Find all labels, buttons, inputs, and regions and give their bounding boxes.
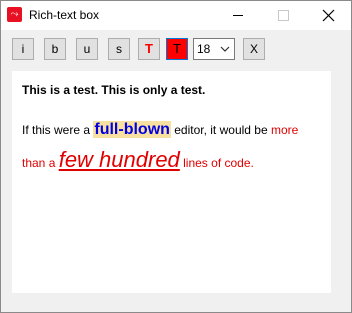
format-toolbar: i b u s T T 18 X	[1, 30, 351, 68]
rich-text-editor[interactable]: This is a test. This is only a test. If …	[12, 71, 331, 293]
strikethrough-button[interactable]: s	[108, 38, 130, 60]
red-text: lines of code.	[179, 156, 254, 170]
underline-button[interactable]: u	[76, 38, 98, 60]
close-button[interactable]	[306, 1, 351, 30]
editor-paragraph: If this were a full-blown editor, it wou…	[22, 115, 322, 178]
bold-button[interactable]: b	[44, 38, 66, 60]
maximize-button[interactable]	[260, 1, 305, 30]
italic-button[interactable]: i	[12, 38, 34, 60]
editor-line-1: This is a test. This is only a test.	[22, 83, 206, 97]
font-size-select[interactable]: 18	[193, 38, 235, 60]
app-window: ⤳ Rich-text box i b u s T T 18 X This is…	[0, 0, 352, 313]
minimize-icon	[233, 15, 243, 16]
maximize-icon	[278, 10, 289, 21]
close-icon	[322, 9, 335, 22]
chevron-down-icon	[220, 46, 230, 52]
highlighted-text: full-blown	[93, 121, 171, 138]
text-run: If this were a	[22, 123, 94, 137]
text-run: editor, it would be	[170, 123, 271, 137]
title-bar[interactable]: ⤳ Rich-text box	[1, 1, 351, 30]
window-title: Rich-text box	[29, 8, 100, 22]
app-icon: ⤳	[7, 7, 22, 22]
minimize-button[interactable]	[215, 1, 260, 30]
text-color-button[interactable]: T	[138, 38, 160, 60]
font-size-value: 18	[197, 42, 211, 56]
back-color-button[interactable]: T	[166, 38, 188, 60]
clear-format-button[interactable]: X	[243, 38, 265, 60]
large-red-text: few hundred	[58, 147, 180, 172]
